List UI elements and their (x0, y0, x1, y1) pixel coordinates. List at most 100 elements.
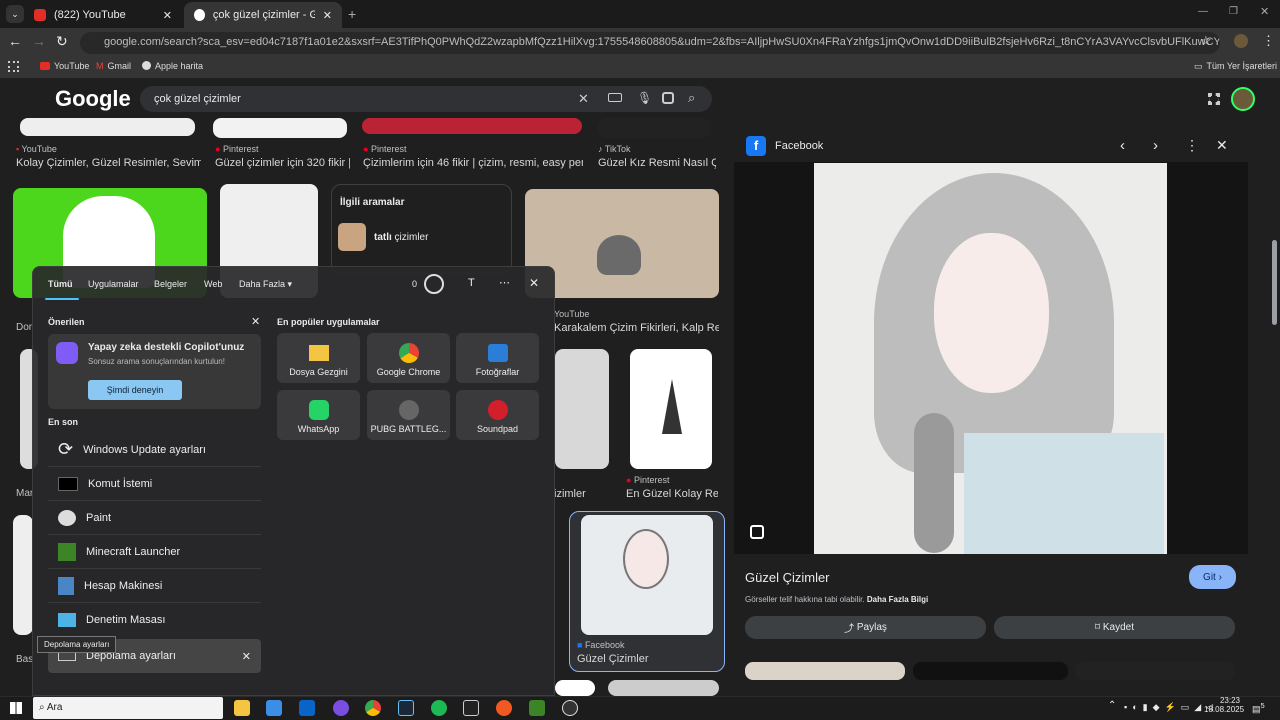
result-thumb-13[interactable] (608, 680, 719, 696)
account-avatar[interactable] (1231, 87, 1255, 111)
more-info-link[interactable]: Daha Fazla Bilgi (867, 595, 928, 604)
result-thumb-10[interactable] (630, 349, 712, 469)
list-item[interactable]: Paint (48, 501, 261, 535)
app-whatsapp[interactable]: WhatsApp (277, 390, 360, 440)
obs-icon[interactable] (562, 700, 578, 716)
panel-title[interactable]: Güzel Çizimler (745, 570, 830, 585)
windows-start-icon[interactable] (10, 702, 22, 714)
store-icon[interactable] (266, 700, 282, 716)
outlook-icon[interactable] (299, 700, 315, 716)
result-thumb-2[interactable] (213, 118, 347, 138)
tab-apps[interactable]: Uygulamalar (88, 279, 139, 289)
panel-source[interactable]: Facebook (775, 140, 823, 152)
result-title[interactable]: Karakalem Çizim Fikirleri, Kalp Res... (554, 322, 719, 334)
app-file-explorer[interactable]: Dosya Gezgini (277, 333, 360, 383)
result-title[interactable]: izimler (554, 488, 614, 500)
minimize-icon[interactable]: — (1198, 6, 1208, 17)
share-button[interactable]: ⤴ Paylaş (745, 616, 986, 639)
apps-icon[interactable] (8, 61, 19, 72)
spotify-icon[interactable] (431, 700, 447, 716)
result-title[interactable]: Güzel Kız Resmi Nasıl Çi... (598, 157, 716, 169)
result-thumb-9[interactable] (555, 349, 609, 469)
chrome-icon[interactable] (365, 700, 381, 716)
more-icon[interactable]: ⋯ (499, 276, 510, 289)
forward-icon[interactable]: → (32, 33, 46, 49)
epic-games-icon[interactable] (463, 700, 479, 716)
list-item[interactable]: Hesap Makinesi (48, 569, 261, 603)
related-item[interactable]: tatlı çizimler (338, 223, 428, 251)
app-chrome[interactable]: Google Chrome (367, 333, 450, 383)
result-thumb-1[interactable] (20, 118, 195, 136)
dismiss-icon[interactable]: ✕ (251, 315, 260, 328)
tray-chevron-icon[interactable]: ⌃ (1108, 700, 1116, 711)
restore-icon[interactable]: ❐ (1229, 6, 1238, 17)
tab-search-button[interactable]: ⌄ (6, 5, 24, 23)
result-title[interactable]: Çizimlerim için 46 fikir | çizim, resmi,… (363, 157, 583, 169)
edge-icon[interactable] (333, 700, 349, 716)
app-soundpad[interactable]: Soundpad (456, 390, 539, 440)
close-icon[interactable]: ✕ (1216, 137, 1228, 154)
tab-google[interactable]: çok güzel çizimler - Google'da / ✕ (184, 2, 342, 28)
preview-image[interactable] (814, 163, 1167, 554)
result-title[interactable]: Güzel çizimler için 320 fikir | ... (215, 157, 350, 169)
minecraft-icon[interactable] (529, 700, 545, 716)
clock[interactable]: 23:23 18.08.2025 (1204, 696, 1244, 714)
related-thumb-3[interactable] (1075, 662, 1235, 680)
back-icon[interactable]: ← (8, 33, 22, 49)
list-item[interactable]: Minecraft Launcher (48, 535, 261, 569)
address-bar[interactable]: google.com/search?sca_esv=ed04c7187f1a01… (80, 32, 1220, 54)
related-thumb-2[interactable] (913, 662, 1068, 680)
brave-icon[interactable] (496, 700, 512, 716)
scrollbar[interactable] (1272, 240, 1277, 325)
rewards-points[interactable]: 0 (412, 279, 417, 289)
new-tab-button[interactable]: + (348, 6, 356, 22)
tab-all[interactable]: Tümü (48, 279, 73, 289)
bookmark-apple-maps[interactable]: Apple harita (142, 61, 203, 71)
google-apps-icon[interactable] (1208, 93, 1220, 105)
list-item[interactable]: Denetim Masası (48, 603, 261, 637)
reload-icon[interactable]: ↻ (56, 33, 68, 50)
lens-search-icon[interactable] (750, 525, 764, 539)
taskbar-search[interactable]: ⌕ Ara (33, 697, 223, 719)
result-thumb-3[interactable] (362, 118, 582, 134)
tab-documents[interactable]: Belgeler (154, 279, 187, 289)
tab-web[interactable]: Web (204, 279, 222, 289)
search-input[interactable]: çok güzel çizimler (140, 86, 712, 112)
tab-more[interactable]: Daha Fazla ▾ (239, 279, 292, 290)
menu-icon[interactable]: ⋮ (1262, 33, 1275, 49)
result-thumb-12[interactable] (555, 680, 595, 696)
result-title[interactable]: En Güzel Kolay Re... (626, 488, 718, 500)
close-icon[interactable]: ✕ (163, 9, 172, 22)
clear-icon[interactable]: ✕ (578, 91, 589, 107)
try-now-button[interactable]: Şimdi deneyin (88, 380, 182, 400)
go-button[interactable]: Git › (1189, 565, 1236, 589)
result-thumb-4[interactable] (598, 118, 711, 138)
user-avatar[interactable]: T (468, 277, 475, 289)
close-icon[interactable]: ✕ (529, 276, 539, 290)
app-photos[interactable]: Fotoğraflar (456, 333, 539, 383)
search-icon[interactable]: ⌕ (688, 90, 695, 106)
notification-icon[interactable]: ▤5 (1252, 701, 1265, 715)
star-icon[interactable]: ☆ (1200, 33, 1212, 49)
save-button[interactable]: ⌑ Kaydet (994, 616, 1235, 639)
mic-icon[interactable]: 🎙 (637, 91, 652, 105)
remove-icon[interactable]: ✕ (242, 650, 251, 663)
app-pubg[interactable]: PUBG BATTLEG... (367, 390, 450, 440)
result-title[interactable]: Kolay Çizimler, Güzel Resimler, Sevimli … (16, 157, 201, 169)
keyboard-icon[interactable] (608, 93, 622, 102)
prev-icon[interactable]: ‹ (1120, 137, 1125, 154)
all-bookmarks[interactable]: ▭ Tüm Yer İşaretleri (1194, 61, 1277, 72)
more-icon[interactable]: ⋮ (1185, 137, 1199, 154)
list-item[interactable]: ⟳ Windows Update ayarları (48, 433, 261, 467)
steam-icon[interactable] (398, 700, 414, 716)
related-thumb-1[interactable] (745, 662, 905, 680)
google-logo[interactable]: Google (55, 86, 131, 112)
trophy-icon[interactable] (424, 274, 444, 294)
next-icon[interactable]: › (1153, 137, 1158, 154)
close-icon[interactable]: ✕ (323, 9, 332, 22)
result-thumb-11[interactable] (13, 515, 33, 635)
list-item[interactable]: Komut İstemi (48, 467, 261, 501)
bookmark-youtube[interactable]: YouTube (40, 61, 89, 71)
profile-icon[interactable] (1234, 34, 1248, 48)
bookmark-gmail[interactable]: M Gmail (96, 61, 131, 71)
